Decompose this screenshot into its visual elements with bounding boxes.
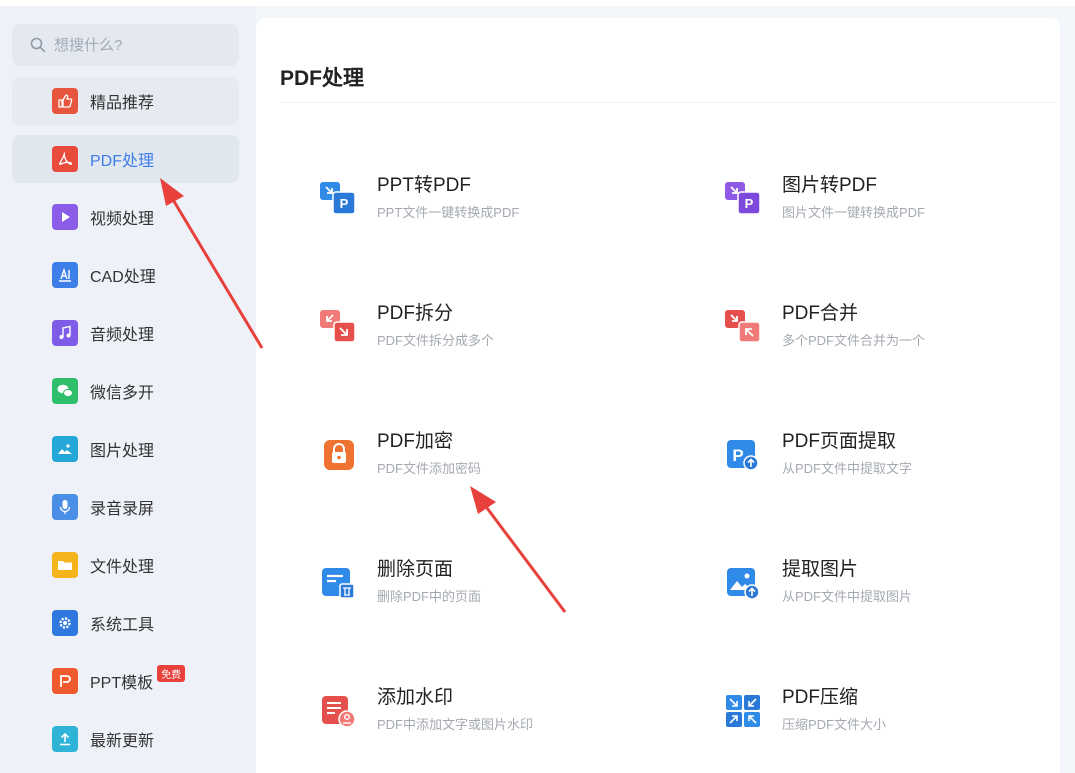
tool-desc: 多个PDF文件合并为一个 — [782, 333, 926, 348]
divider — [280, 102, 1056, 103]
sidebar-item-label: 视频处理 — [90, 211, 155, 228]
sidebar-item-ppt-template[interactable]: PPT模板 免费 — [12, 657, 239, 705]
tool-ppt-to-pdf[interactable]: P PPT转PDF PPT文件一键转换成PDF — [320, 174, 620, 221]
page-extract-icon: P — [727, 440, 759, 471]
tool-pdf-split[interactable]: PDF拆分 PDF文件拆分成多个 — [320, 302, 620, 349]
ppt-to-pdf-icon: P — [320, 182, 356, 215]
lock-icon — [324, 440, 354, 470]
sidebar-item-recommended[interactable]: 精品推荐 — [12, 77, 239, 125]
tool-page-extract[interactable]: P PDF页面提取 从PDF文件中提取文字 — [725, 430, 1025, 477]
sidebar-item-audio[interactable]: 音频处理 — [12, 309, 239, 357]
tool-name: 图片转PDF — [782, 175, 878, 196]
svg-text:P: P — [732, 446, 743, 465]
tool-name: PDF拆分 — [377, 303, 454, 324]
tool-desc: 图片文件一键转换成PDF — [782, 205, 926, 220]
microphone-icon — [52, 494, 78, 520]
sidebar-item-label: 系统工具 — [90, 617, 155, 634]
tool-extract-image[interactable]: 提取图片 从PDF文件中提取图片 — [725, 558, 1025, 605]
sidebar-item-label: 微信多开 — [90, 385, 155, 402]
tool-desc: 从PDF文件中提取图片 — [782, 589, 913, 604]
play-icon — [52, 204, 78, 230]
tool-desc: PDF文件拆分成多个 — [377, 333, 495, 348]
extract-image-icon — [727, 568, 760, 600]
gear-icon — [52, 610, 78, 636]
search-icon — [30, 37, 46, 53]
sidebar-item-label: 精品推荐 — [90, 95, 155, 112]
ppt-icon — [52, 668, 78, 694]
watermark-icon — [322, 696, 356, 728]
wechat-icon — [52, 378, 78, 404]
sidebar-item-cad[interactable]: CAD处理 — [12, 251, 239, 299]
tool-name: PDF页面提取 — [782, 431, 897, 452]
sidebar-item-label: CAD处理 — [90, 269, 156, 286]
sidebar-item-label: 录音录屏 — [90, 501, 155, 518]
tool-name: PDF压缩 — [782, 687, 859, 708]
tool-name: PDF加密 — [377, 431, 454, 452]
tool-desc: PDF中添加文字或图片水印 — [377, 717, 534, 732]
tool-image-to-pdf[interactable]: P 图片转PDF 图片文件一键转换成PDF — [725, 174, 1025, 221]
music-icon — [52, 320, 78, 346]
tool-name: PPT转PDF — [377, 175, 471, 196]
tool-desc: PDF文件添加密码 — [377, 461, 482, 476]
search-input[interactable] — [54, 36, 224, 54]
sidebar-item-system[interactable]: 系统工具 — [12, 599, 239, 647]
sidebar-item-wechat[interactable]: 微信多开 — [12, 367, 239, 415]
compress-icon — [726, 695, 760, 727]
tool-name: 添加水印 — [377, 687, 454, 708]
sidebar-item-updates[interactable]: 最新更新 — [12, 715, 239, 763]
upload-icon — [52, 726, 78, 752]
pdf-icon — [52, 146, 78, 172]
page-title: PDF处理 — [280, 67, 364, 90]
thumbs-up-icon — [52, 88, 78, 114]
pdf-merge-icon — [725, 310, 761, 343]
image-to-pdf-icon: P — [725, 182, 761, 215]
tool-desc: 压缩PDF文件大小 — [782, 717, 887, 732]
tool-watermark[interactable]: 添加水印 PDF中添加文字或图片水印 — [320, 686, 620, 733]
tool-delete-page[interactable]: 删除页面 删除PDF中的页面 — [320, 558, 620, 605]
sidebar-item-label: PPT模板 — [90, 675, 154, 692]
delete-page-icon — [322, 568, 355, 599]
tool-desc: 删除PDF中的页面 — [377, 589, 482, 604]
pdf-split-icon — [320, 310, 356, 343]
sidebar-item-image[interactable]: 图片处理 — [12, 425, 239, 473]
tool-pdf-encrypt[interactable]: PDF加密 PDF文件添加密码 — [320, 430, 620, 477]
sidebar-item-file[interactable]: 文件处理 — [12, 541, 239, 589]
sidebar-item-label: 音频处理 — [90, 327, 155, 344]
sidebar: 精品推荐 PDF处理 视频处理 CAD处理 — [0, 6, 256, 773]
tool-desc: PPT文件一键转换成PDF — [377, 205, 520, 220]
tool-name: PDF合并 — [782, 303, 859, 324]
search-box[interactable] — [12, 24, 239, 66]
svg-text:P: P — [745, 196, 754, 211]
app-window: 精品推荐 PDF处理 视频处理 CAD处理 — [0, 0, 1075, 773]
folder-icon — [52, 552, 78, 578]
image-icon — [52, 436, 78, 462]
sidebar-item-label: 文件处理 — [90, 559, 155, 576]
svg-text:P: P — [340, 196, 349, 211]
tool-name: 提取图片 — [782, 559, 859, 580]
tool-desc: 从PDF文件中提取文字 — [782, 461, 913, 476]
sidebar-item-video[interactable]: 视频处理 — [12, 193, 239, 241]
sidebar-item-label: 图片处理 — [90, 443, 155, 460]
cad-icon — [52, 262, 78, 288]
sidebar-item-label: PDF处理 — [90, 153, 155, 170]
free-badge: 免费 — [157, 664, 186, 682]
sidebar-item-label: 最新更新 — [90, 733, 155, 750]
main-panel: PDF处理 P PPT转PDF PPT文件一键转换成PDF P 图片转PDF 图… — [256, 18, 1060, 773]
tool-name: 删除页面 — [377, 559, 454, 580]
sidebar-item-record[interactable]: 录音录屏 — [12, 483, 239, 531]
sidebar-item-pdf[interactable]: PDF处理 — [12, 135, 239, 183]
tool-pdf-compress[interactable]: PDF压缩 压缩PDF文件大小 — [725, 686, 1025, 733]
tool-pdf-merge[interactable]: PDF合并 多个PDF文件合并为一个 — [725, 302, 1025, 349]
